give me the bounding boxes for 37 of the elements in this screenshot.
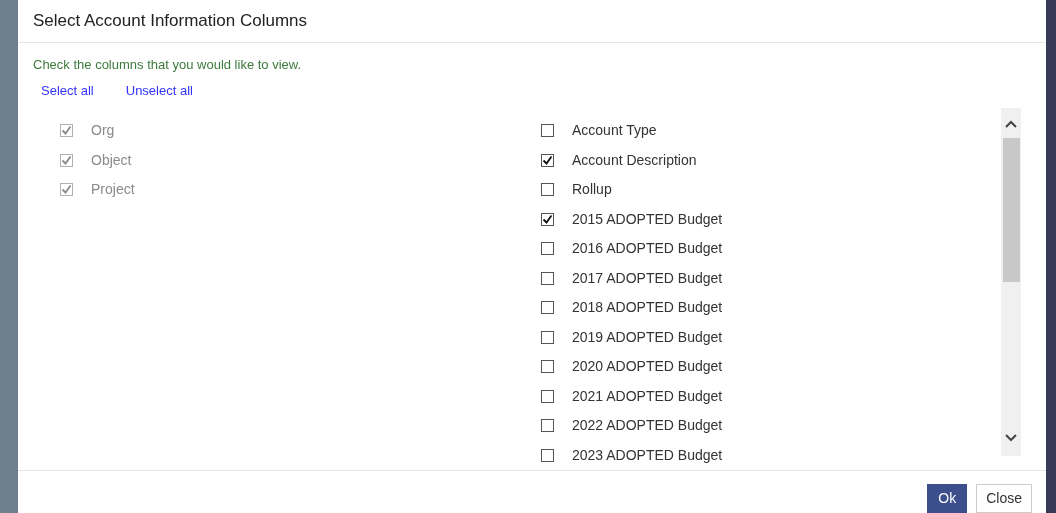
checkbox[interactable] [541,213,554,226]
checkbox[interactable] [541,419,554,433]
ok-button[interactable]: Ok [927,483,968,513]
column-label: Rollup [572,180,612,200]
column-label: 2019 ADOPTED Budget [572,328,723,347]
column-label: 2016 ADOPTED Budget [572,239,723,259]
close-button[interactable]: Close [976,483,1032,513]
checkbox[interactable] [541,331,554,344]
instruction-text: Check the columns that you would like to view. [33,56,303,75]
checkbox[interactable] [541,390,554,403]
link[interactable]: Select all [41,80,94,101]
column-label: 2020 ADOPTED Budget [572,357,723,377]
checkbox[interactable] [541,360,554,374]
link[interactable]: Unselect all [125,80,193,101]
column-label: 2021 ADOPTED Budget [572,387,723,406]
checkbox[interactable] [541,154,554,167]
column-label: Project [91,180,135,200]
column-label: 2023 ADOPTED Budget [572,446,723,465]
checkbox[interactable] [541,272,554,285]
dialog-title: Select Account Information Columns [33,10,308,33]
scrollbar[interactable] [1001,108,1021,457]
column-label: Org [91,121,115,141]
scroll-down-icon[interactable] [1005,434,1017,443]
column-label: Account Description [572,151,697,170]
scroll-up-icon[interactable] [1005,120,1017,129]
column-label: Object [91,151,132,170]
column-label: 2017 ADOPTED Budget [572,269,723,288]
column-label: 2022 ADOPTED Budget [572,416,723,436]
scroll-thumb[interactable] [1002,138,1020,283]
checkbox[interactable] [541,124,554,138]
checkbox[interactable] [541,449,554,462]
column-label: 2018 ADOPTED Budget [572,298,723,318]
checkbox[interactable] [541,183,554,197]
checkbox[interactable] [541,301,554,315]
checkbox[interactable] [541,242,554,256]
column-label: Account Type [572,121,657,141]
column-label: 2015 ADOPTED Budget [572,210,723,229]
